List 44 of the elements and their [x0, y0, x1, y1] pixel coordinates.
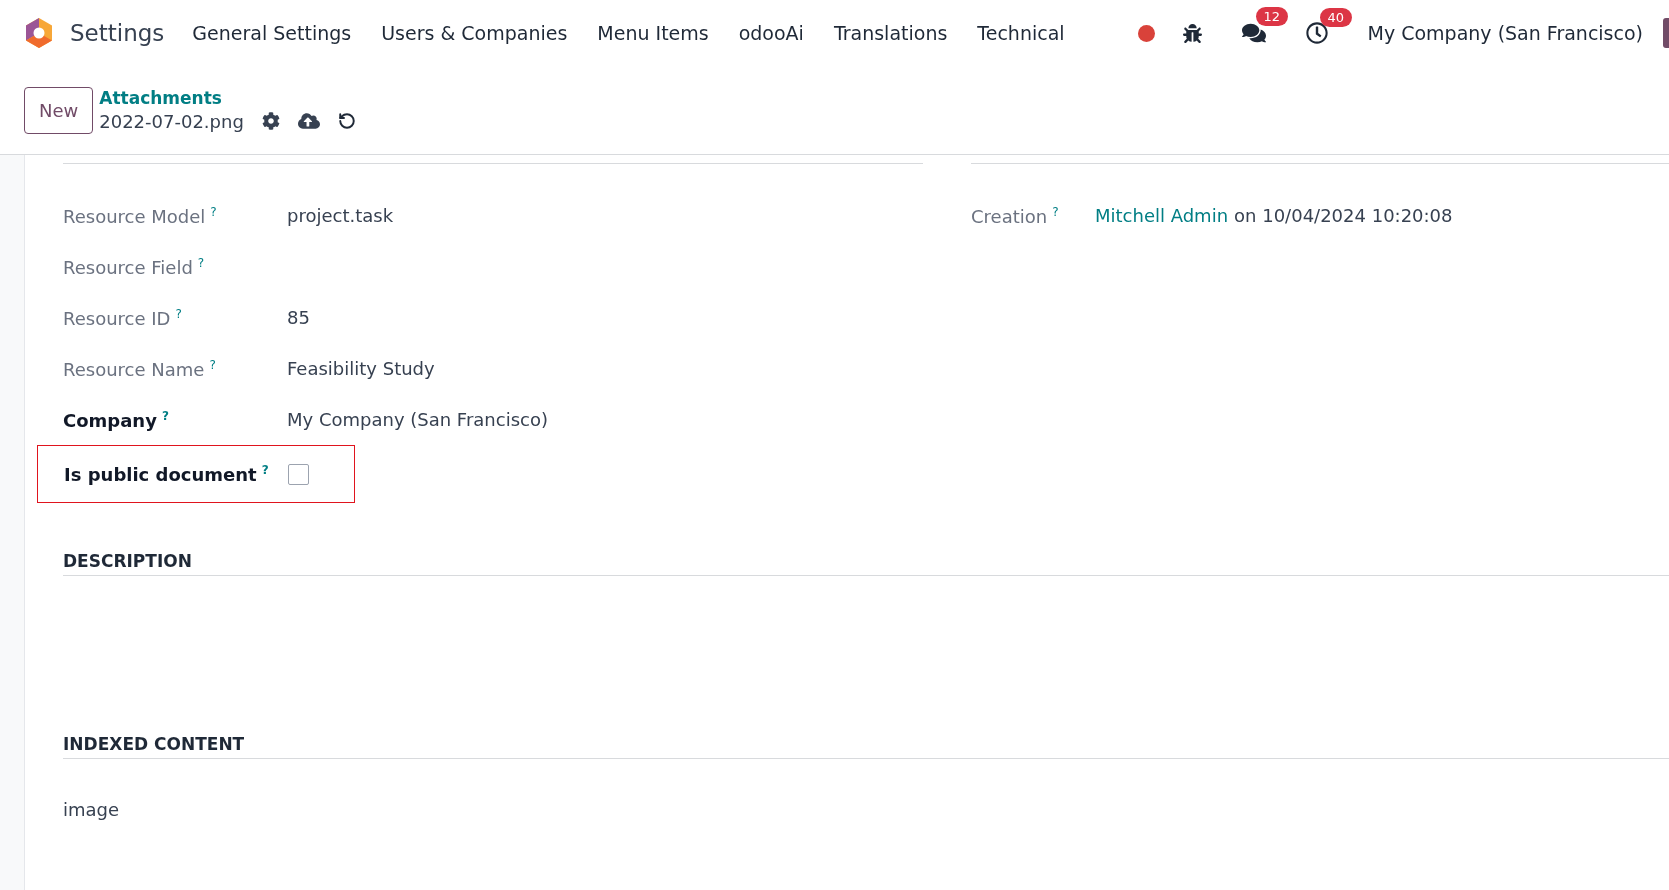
help-tooltip[interactable]: ?	[197, 255, 205, 270]
menu-item[interactable]: Technical	[977, 22, 1065, 44]
count-badge: 12	[1255, 7, 1289, 26]
field-value: project.task	[287, 205, 394, 226]
new-button[interactable]: New	[24, 86, 94, 134]
field-label: Company $^{?}$	[63, 408, 170, 431]
field-value: 85	[287, 307, 310, 328]
help-tooltip[interactable]: ?	[209, 357, 216, 372]
menu-item[interactable]: Users & Companies	[381, 22, 568, 44]
field-value: Feasibility Study	[287, 358, 435, 379]
menu-item[interactable]: Menu Items	[597, 22, 709, 44]
cloud-upload-icon[interactable]	[297, 110, 320, 132]
field-value: My Company (San Francisco)	[287, 409, 548, 430]
menu-item[interactable]: Translations	[833, 22, 948, 44]
undo-icon[interactable]	[337, 112, 356, 130]
field-label: Resource ID $^{?}$	[63, 306, 183, 329]
section-title: INDEXED CONTENT	[63, 734, 1669, 759]
help-tooltip[interactable]: ?	[261, 463, 269, 477]
help-tooltip[interactable]: ?	[1052, 204, 1059, 219]
chat-icon[interactable]	[1241, 21, 1266, 45]
breadcrumb-link[interactable]: Attachments	[99, 88, 356, 108]
bug-icon[interactable]	[1182, 23, 1202, 43]
status-dot-icon[interactable]	[1137, 24, 1155, 42]
company-switcher[interactable]: My Company (San Francisco)	[1367, 22, 1643, 44]
clock-icon[interactable]	[1305, 22, 1328, 44]
section-title: DESCRIPTION	[63, 551, 1669, 576]
menu-item[interactable]: odooAi	[738, 22, 804, 44]
menu-item[interactable]: General Settings	[192, 22, 352, 44]
field-label: Resource Name $^{?}$	[63, 357, 217, 380]
count-badge: 40	[1319, 8, 1353, 27]
user-link[interactable]: Mitchell Admin	[1095, 205, 1229, 226]
help-tooltip[interactable]: ?	[161, 408, 169, 423]
field-label: Resource Field $^{?}$	[63, 255, 206, 278]
help-tooltip[interactable]: ?	[175, 306, 182, 321]
checkbox[interactable]	[288, 463, 309, 485]
settings-icon[interactable]	[261, 112, 280, 130]
record-name: 2022-07-02.png	[99, 110, 244, 132]
help-tooltip[interactable]: ?	[210, 204, 217, 219]
field-label: Creation $^{?}$	[971, 204, 1060, 227]
app-name[interactable]: Settings	[70, 20, 165, 46]
field-value: on 10/04/2024 10:20:08	[1234, 205, 1453, 226]
content-text: image	[63, 799, 121, 820]
field-label: Is public document $^{?}$	[64, 463, 270, 485]
field-label: Resource Model $^{?}$	[63, 204, 218, 227]
